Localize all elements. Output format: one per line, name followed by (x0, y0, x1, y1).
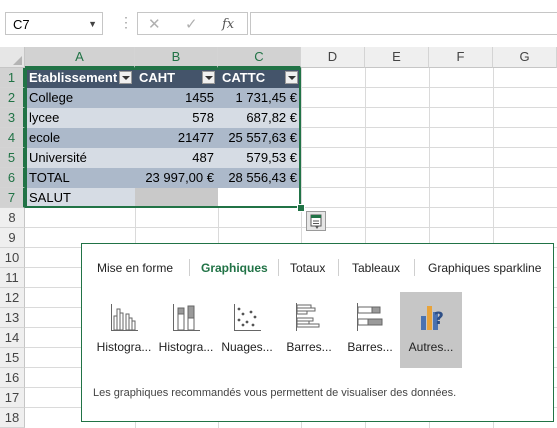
column-header-b[interactable]: B (135, 47, 218, 68)
chart-option-clustered-column[interactable]: Histogra... (93, 292, 155, 368)
table-cell[interactable]: 1 731,45 € (218, 88, 301, 108)
stacked-bar-icon (357, 303, 383, 331)
table-cell[interactable]: TOTAL (25, 168, 135, 188)
row-header-15[interactable]: 15 (0, 348, 25, 368)
header-label: CAHT (139, 70, 176, 85)
tab-separator (278, 259, 279, 276)
row-header-2[interactable]: 2 (0, 88, 25, 108)
row-header-8[interactable]: 8 (0, 208, 25, 228)
table-cell[interactable]: SALUT (25, 188, 135, 208)
row-header-1[interactable]: 1 (0, 68, 25, 88)
tab-separator (338, 259, 339, 276)
row-header-14[interactable]: 14 (0, 328, 25, 348)
row-header-12[interactable]: 12 (0, 288, 25, 308)
chart-option-label: Nuages... (221, 340, 273, 354)
row-header-11[interactable]: 11 (0, 268, 25, 288)
chart-option-stacked-column[interactable]: Histogra... (155, 292, 217, 368)
tab-charts[interactable]: Graphiques (201, 261, 268, 275)
row-header-5[interactable]: 5 (0, 148, 25, 168)
table-cell[interactable]: 1455 (135, 88, 218, 108)
row-header-3[interactable]: 3 (0, 108, 25, 128)
filter-dropdown-icon[interactable] (285, 71, 298, 84)
header-label: Etablissement (29, 70, 118, 85)
quick-analysis-icon (310, 214, 322, 229)
clustered-bar-icon (296, 303, 320, 331)
tab-separator (189, 259, 190, 276)
row-header-18[interactable]: 18 (0, 408, 25, 428)
chart-option-label: Histogra... (96, 340, 152, 354)
table-cell[interactable]: 579,53 € (218, 148, 301, 168)
column-header-a[interactable]: A (25, 47, 135, 68)
gridline (25, 227, 557, 228)
row-header-16[interactable]: 16 (0, 368, 25, 388)
row-header-7[interactable]: 7 (0, 188, 25, 208)
row-header-6[interactable]: 6 (0, 168, 25, 188)
chart-option-stacked-bar[interactable]: Barres... (339, 292, 401, 368)
tab-totals[interactable]: Totaux (290, 261, 325, 275)
table-cell[interactable] (135, 188, 218, 208)
table-cell[interactable]: 28 556,43 € (218, 168, 301, 188)
filter-dropdown-icon[interactable] (119, 71, 132, 84)
chart-option-clustered-bar[interactable]: Barres... (278, 292, 340, 368)
more-charts-icon: ? (421, 306, 444, 330)
table-cell[interactable]: College (25, 88, 135, 108)
table-cell[interactable]: Université (25, 148, 135, 168)
drag-handle-icon[interactable]: ⋮ (119, 14, 133, 31)
cancel-icon[interactable]: ✕ (148, 15, 161, 33)
active-cell[interactable] (218, 188, 301, 208)
tab-sparklines[interactable]: Graphiques sparkline (428, 261, 541, 275)
table-cell[interactable]: 578 (135, 108, 218, 128)
scatter-icon (234, 304, 261, 331)
clustered-column-icon (111, 304, 138, 331)
tab-separator (414, 259, 415, 276)
table-cell[interactable]: 25 557,63 € (218, 128, 301, 148)
table-cell[interactable]: 23 997,00 € (135, 168, 218, 188)
select-all-button[interactable] (0, 47, 25, 68)
name-box-value: C7 (13, 17, 30, 32)
enter-icon[interactable]: ✓ (185, 15, 198, 33)
column-header-e[interactable]: E (365, 47, 429, 68)
table-cell[interactable]: lycee (25, 108, 135, 128)
fill-handle[interactable] (297, 204, 305, 212)
row-header-4[interactable]: 4 (0, 128, 25, 148)
table-cell[interactable]: 487 (135, 148, 218, 168)
insert-function-icon[interactable]: fx (222, 17, 234, 32)
tab-formatting[interactable]: Mise en forme (97, 261, 173, 275)
row-header-9[interactable]: 9 (0, 228, 25, 248)
chart-option-label: Histogra... (158, 340, 214, 354)
chart-option-label: Autres... (408, 340, 454, 354)
table-cell[interactable]: ecole (25, 128, 135, 148)
panel-description: Les graphiques recommandés vous permette… (93, 387, 457, 399)
tab-tables[interactable]: Tableaux (352, 261, 400, 275)
filter-dropdown-icon[interactable] (202, 71, 215, 84)
header-label: CATTC (222, 70, 266, 85)
column-header-c[interactable]: C (218, 47, 301, 68)
svg-text:?: ? (434, 309, 444, 329)
column-header-g[interactable]: G (493, 47, 557, 68)
chart-option-scatter[interactable]: Nuages... (216, 292, 278, 368)
formula-bar: C7 ▼ ⋮ ✕ ✓ fx (0, 0, 557, 47)
chart-option-label: Barres... (347, 340, 393, 354)
table-cell[interactable]: 687,82 € (218, 108, 301, 128)
row-header-13[interactable]: 13 (0, 308, 25, 328)
chevron-down-icon[interactable]: ▼ (88, 19, 97, 29)
column-header-d[interactable]: D (301, 47, 365, 68)
row-header-10[interactable]: 10 (0, 248, 25, 268)
quick-analysis-button[interactable] (306, 211, 326, 231)
formula-input[interactable] (250, 12, 557, 35)
quick-analysis-panel: Mise en forme Graphiques Totaux Tableaux… (81, 243, 554, 422)
column-header-f[interactable]: F (429, 47, 493, 68)
stacked-column-icon (173, 304, 200, 331)
chart-option-more[interactable]: ? Autres... (400, 292, 462, 368)
row-header-17[interactable]: 17 (0, 388, 25, 408)
formula-buttons: ✕ ✓ fx (137, 12, 248, 35)
table-cell[interactable]: 21477 (135, 128, 218, 148)
chart-option-label: Barres... (286, 340, 332, 354)
name-box[interactable]: C7 ▼ (5, 12, 103, 35)
